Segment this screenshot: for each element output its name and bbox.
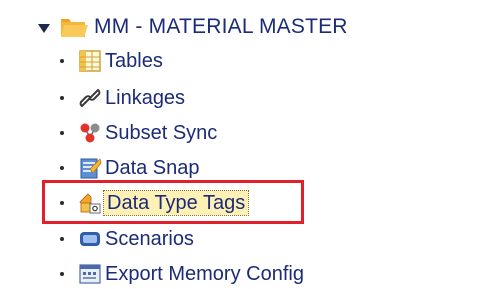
tree-item-subset-sync[interactable]: Subset Sync: [60, 118, 217, 148]
bullet: [60, 59, 64, 63]
bullet: [60, 131, 64, 135]
tree-item-linkages[interactable]: Linkages: [60, 83, 185, 113]
tree-item-label: Linkages: [105, 87, 186, 109]
tree-root-label: MM - MATERIAL MASTER: [94, 15, 348, 38]
highlight-box: [42, 180, 304, 224]
bullet: [60, 96, 64, 100]
bullet: [60, 166, 64, 170]
tree-item-label: Data Snap: [105, 157, 200, 179]
export-memory-config-icon: [78, 262, 102, 286]
tree-item-scenarios[interactable]: Scenarios: [60, 224, 194, 254]
data-snap-icon: [78, 156, 102, 180]
tree-item-label: Export Memory Config: [105, 263, 304, 285]
bullet: [60, 272, 64, 276]
subset-sync-icon: [78, 121, 102, 145]
expand-caret-icon[interactable]: [38, 23, 50, 33]
navigation-tree: MM - MATERIAL MASTER Tables Linkages Sub…: [0, 0, 493, 286]
tree-item-label: Tables: [105, 50, 163, 72]
tree-item-label: Subset Sync: [105, 122, 218, 144]
table-icon: [78, 49, 102, 73]
tree-item-export-memory-config[interactable]: Export Memory Config: [60, 259, 304, 289]
tree-item-tables[interactable]: Tables: [60, 46, 163, 76]
tree-item-label: Scenarios: [105, 228, 194, 250]
folder-open-icon: [60, 16, 88, 38]
tree-root-node[interactable]: MM - MATERIAL MASTER: [38, 12, 348, 42]
scenarios-icon: [78, 227, 102, 251]
tree-item-data-snap[interactable]: Data Snap: [60, 153, 200, 183]
link-icon: [78, 86, 102, 110]
bullet: [60, 237, 64, 241]
